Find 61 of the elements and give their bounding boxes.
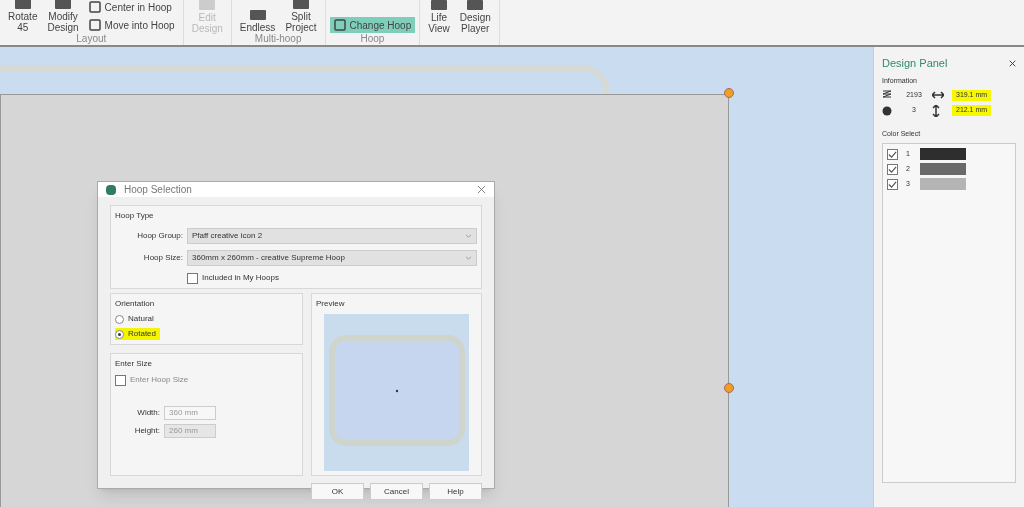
caret-icon xyxy=(465,234,472,238)
dialog-button[interactable]: OK xyxy=(311,483,364,500)
caret-icon xyxy=(465,256,472,260)
hoop-icon xyxy=(88,19,101,31)
group-label: Multi-hoop xyxy=(254,33,302,45)
checkbox[interactable] xyxy=(887,163,898,175)
section-title: Preview xyxy=(316,298,346,310)
group-label: Layout xyxy=(76,33,107,45)
ribbon-button[interactable]: Endless xyxy=(235,10,280,33)
tool-icon xyxy=(428,0,449,12)
resize-handle[interactable] xyxy=(724,383,734,393)
section-title: Orientation xyxy=(115,298,156,310)
ribbon-button[interactable]: Change Hoop xyxy=(329,17,416,33)
dropdown[interactable]: 360mm x 260mm - creative Supreme Hoop xyxy=(187,250,477,266)
tool-icon xyxy=(197,0,218,12)
close-icon[interactable] xyxy=(1009,59,1016,67)
dropdown[interactable]: Pfaff creative icon 2 xyxy=(187,228,477,244)
checkbox[interactable] xyxy=(115,374,126,386)
panel-title: Design Panel xyxy=(882,56,948,71)
field-label: Hoop Size: xyxy=(142,252,183,264)
ribbon-button[interactable]: Life View xyxy=(424,0,454,34)
ribbon-button[interactable]: Modify Design xyxy=(43,0,83,33)
tool-icon xyxy=(465,0,486,12)
ribbon-button[interactable]: Design Player xyxy=(455,0,495,34)
radio-option[interactable]: Natural xyxy=(115,313,158,325)
checkbox-label: Enter Hoop Size xyxy=(130,374,189,386)
color-swatch[interactable] xyxy=(920,163,966,175)
radio-button[interactable] xyxy=(115,314,124,324)
color-swatch[interactable] xyxy=(920,148,966,160)
checkbox[interactable] xyxy=(887,148,898,160)
checkbox[interactable] xyxy=(187,272,198,284)
radio-option[interactable]: Rotated xyxy=(115,328,161,340)
app-icon xyxy=(106,184,116,195)
group-label: Hoop xyxy=(360,33,385,45)
radio-button[interactable] xyxy=(115,329,124,339)
dialog-title: Hoop Selection xyxy=(124,183,192,197)
color-swatch[interactable] xyxy=(920,178,966,190)
tool-icon xyxy=(247,10,268,22)
field-label: Width: xyxy=(136,407,160,419)
ribbon-button[interactable]: Center in Hoop xyxy=(84,0,179,15)
tool-icon xyxy=(53,0,74,11)
resize-handle[interactable] xyxy=(724,88,734,98)
height-arrow-icon xyxy=(932,104,940,117)
dialog-button[interactable]: Cancel xyxy=(370,483,423,500)
field-label: Hoop Group: xyxy=(136,230,183,242)
section-title: Enter Size xyxy=(115,358,153,370)
close-icon[interactable] xyxy=(477,185,486,194)
section-title: Hoop Type xyxy=(115,210,155,222)
stitch-icon xyxy=(882,90,892,101)
hoop-icon xyxy=(88,1,101,13)
width-arrow-icon xyxy=(932,91,944,100)
ribbon-button[interactable]: Move into Hoop xyxy=(84,17,179,33)
ribbon-button[interactable]: Rotate 45 xyxy=(4,0,42,33)
dialog-button[interactable]: Help xyxy=(429,483,482,500)
ribbon-button[interactable]: Split Project xyxy=(281,0,321,33)
hoop-icon xyxy=(333,19,346,31)
checkbox[interactable] xyxy=(887,178,898,190)
checkbox-label: Included in My Hoops xyxy=(202,272,279,284)
tool-icon xyxy=(290,0,311,11)
field-label: Height: xyxy=(133,425,160,437)
tool-icon xyxy=(12,0,33,11)
